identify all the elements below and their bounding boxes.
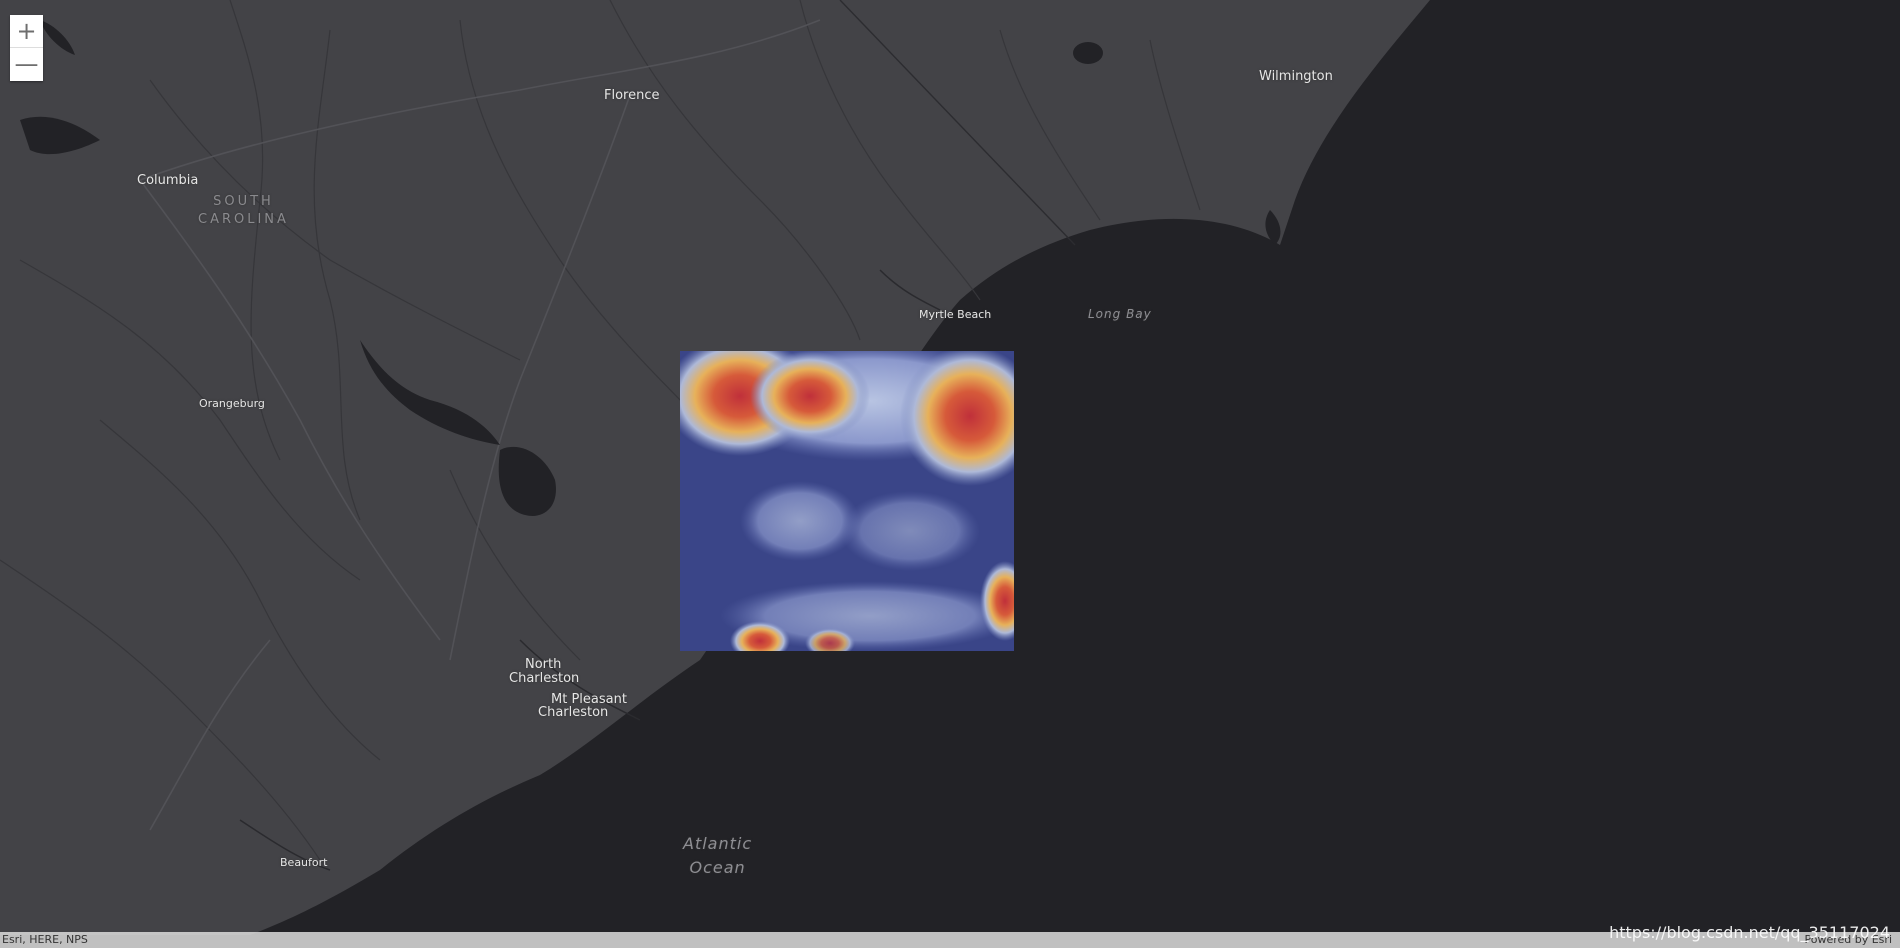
water-label-line2: Ocean: [689, 858, 746, 877]
attribution-sources: Esri, HERE, NPS: [2, 933, 88, 946]
city-label-columbia: Columbia: [137, 173, 199, 188]
city-label-florence: Florence: [604, 88, 660, 103]
city-label-charleston: Charleston: [538, 705, 609, 720]
watermark-url: https://blog.csdn.net/qq_35117024: [1609, 923, 1890, 942]
city-label-north-charleston-line1: North: [525, 657, 562, 672]
city-label-north-charleston-line2: Charleston: [509, 671, 580, 686]
map-view[interactable]: Florence Wilmington Columbia Orangeburg …: [0, 0, 1900, 948]
state-label-line1: SOUTH: [213, 194, 274, 209]
water-label-atlantic-ocean: Atlantic Ocean: [683, 832, 752, 880]
water-label-long-bay: Long Bay: [1088, 307, 1152, 321]
city-label-wilmington: Wilmington: [1259, 69, 1333, 84]
cloud-intensity-layer: [680, 351, 1014, 651]
city-label-orangeburg: Orangeburg: [199, 397, 265, 410]
satellite-imagery-overlay: [680, 351, 1014, 651]
zoom-in-button[interactable]: +: [10, 15, 43, 47]
zoom-control: + —: [10, 15, 43, 81]
state-label-south-carolina: SOUTH CAROLINA: [198, 193, 289, 229]
water-label-line1: Atlantic: [683, 834, 753, 853]
city-label-myrtle-beach: Myrtle Beach: [919, 308, 992, 321]
state-label-line2: CAROLINA: [198, 212, 289, 227]
zoom-out-button[interactable]: —: [10, 47, 43, 80]
city-label-beaufort: Beaufort: [280, 856, 328, 869]
